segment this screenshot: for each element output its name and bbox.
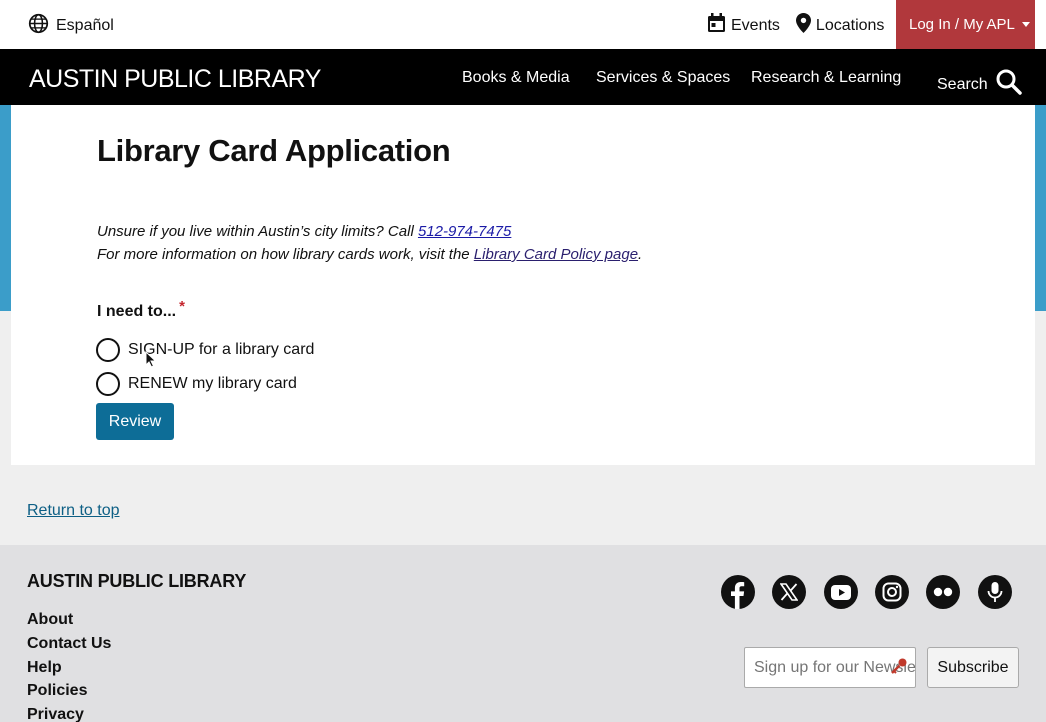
accent-bar-left: [0, 105, 11, 311]
page-title: Library Card Application: [97, 133, 451, 168]
search-icon: [996, 69, 1022, 100]
locations-link[interactable]: Locations: [795, 13, 885, 38]
radio-renew[interactable]: [96, 372, 120, 396]
field-label-text: I need to...: [97, 303, 177, 320]
flickr-icon[interactable]: [926, 575, 960, 609]
calendar-icon: [707, 13, 726, 38]
intro-line1: Unsure if you live within Austin’s city …: [97, 223, 418, 240]
required-marker: *: [179, 298, 185, 315]
intro-line2-suffix: .: [638, 246, 643, 263]
subscribe-button[interactable]: Subscribe: [927, 647, 1019, 688]
nav-services-spaces[interactable]: Services & Spaces: [596, 69, 730, 87]
phone-link[interactable]: 512-974-7475: [418, 223, 511, 240]
return-to-top-link[interactable]: Return to top: [27, 502, 120, 520]
footer-link-privacy[interactable]: Privacy: [27, 706, 84, 722]
locations-label: Locations: [815, 16, 885, 34]
instagram-icon[interactable]: [875, 575, 909, 609]
footer: AUSTIN PUBLIC LIBRARY About Contact Us H…: [0, 545, 1046, 722]
intro-line2: For more information on how library card…: [97, 246, 474, 263]
footer-link-contact[interactable]: Contact Us: [27, 635, 111, 653]
option-renew-label[interactable]: RENEW my library card: [128, 375, 297, 393]
search-label: Search: [937, 75, 988, 93]
intro-text: Unsure if you live within Austin’s city …: [97, 220, 642, 266]
caret-down-icon: [1021, 22, 1030, 27]
login-label: Log In / My APL: [909, 16, 1015, 33]
language-switcher[interactable]: Español: [28, 13, 114, 39]
site-logo[interactable]: AUSTIN PUBLIC LIBRARY: [29, 65, 321, 94]
events-link[interactable]: Events: [707, 13, 780, 38]
password-key-icon: [890, 657, 908, 680]
nav-research-learning[interactable]: Research & Learning: [751, 69, 901, 87]
x-icon[interactable]: [772, 575, 806, 609]
review-button[interactable]: Review: [96, 403, 174, 440]
footer-title: AUSTIN PUBLIC LIBRARY: [27, 571, 247, 591]
search-button[interactable]: Search: [937, 69, 1022, 100]
podcast-icon[interactable]: [978, 575, 1012, 609]
events-label: Events: [731, 16, 780, 34]
main-navigation: AUSTIN PUBLIC LIBRARY Books & Media Serv…: [0, 49, 1046, 105]
option-signup[interactable]: SIGN-UP for a library card: [96, 338, 314, 362]
option-renew[interactable]: RENEW my library card: [96, 372, 297, 396]
login-button[interactable]: Log In / My APL: [896, 0, 1035, 49]
policy-link[interactable]: Library Card Policy page: [474, 246, 638, 263]
mouse-cursor-icon: [145, 350, 157, 373]
map-pin-icon: [795, 13, 811, 38]
accent-bar-right: [1035, 105, 1046, 311]
facebook-icon[interactable]: [721, 575, 755, 609]
footer-link-help[interactable]: Help: [27, 659, 62, 677]
application-card: Library Card Application Unsure if you l…: [11, 105, 1035, 465]
nav-books-media[interactable]: Books & Media: [462, 69, 570, 87]
utility-bar: Español Events Locations Log In / My APL: [0, 0, 1046, 49]
globe-icon: [28, 13, 49, 39]
radio-signup[interactable]: [96, 338, 120, 362]
footer-link-policies[interactable]: Policies: [27, 682, 87, 700]
language-label: Español: [56, 17, 114, 34]
youtube-icon[interactable]: [824, 575, 858, 609]
footer-link-about[interactable]: About: [27, 611, 73, 629]
field-label: I need to... *: [97, 298, 185, 321]
